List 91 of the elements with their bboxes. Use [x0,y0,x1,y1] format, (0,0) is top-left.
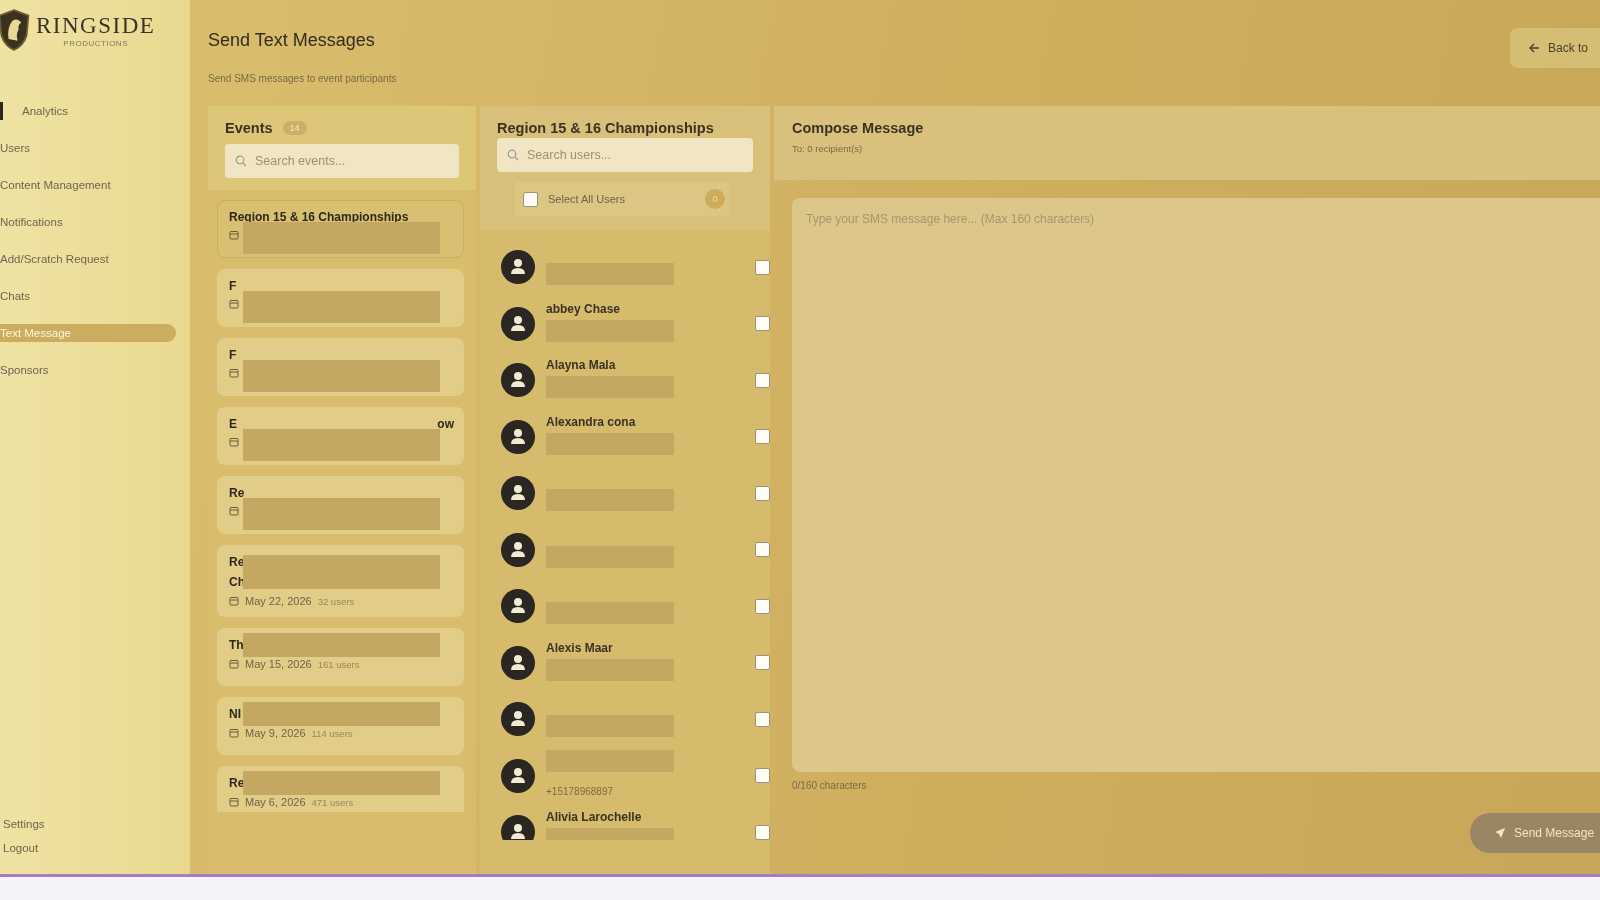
user-checkbox[interactable] [755,768,770,783]
calendar-icon [229,506,239,516]
brand-name: RINGSIDE [36,12,156,39]
calendar-icon [229,299,239,309]
avatar-icon [501,815,535,840]
event-card[interactable]: NI May 9, 2026 114 users [217,697,464,755]
user-name: abbey Chase [546,301,622,316]
calendar-icon [229,437,239,447]
event-date: May 6, 2026 [245,796,306,808]
user-checkbox[interactable] [755,372,770,388]
sidebar-item[interactable]: Analytics [0,102,176,120]
event-date: May 9, 2026 [245,727,306,739]
user-phone: +15178968897 [546,785,615,798]
calendar-icon [229,797,239,807]
event-user-count: 471 users [311,796,354,808]
sidebar-link[interactable]: Logout [3,842,190,854]
sidebar-link[interactable]: Settings [3,818,190,830]
search-field[interactable]: Search events... [225,144,459,178]
user-checkbox[interactable] [755,259,770,275]
sidebar-item[interactable]: Notifications [0,213,176,231]
avatar-icon [501,645,535,680]
calendar-icon [229,728,239,738]
calendar-icon [229,659,239,669]
select-all-label: Select All Users [548,193,627,205]
page-title: Send Text Messages [208,30,376,51]
user-checkbox[interactable] [755,429,770,444]
event-card[interactable]: Th May 15, 2026 161 users [217,628,464,686]
event-card[interactable]: F [217,269,464,327]
event-user-count: 32 users [317,595,355,607]
event-title: Region 15 & 16 Championships [229,210,409,224]
back-button[interactable]: Back to [1510,28,1600,68]
avatar-icon [501,532,535,567]
avatar-icon [501,476,535,510]
event-title: E [229,417,237,431]
event-title: Re [229,776,245,790]
user-checkbox[interactable] [755,598,770,614]
shield-logo-icon [0,8,32,52]
event-title: F [229,279,237,293]
event-title: NI [229,707,241,721]
user-checkbox[interactable] [755,711,770,727]
avatar-icon [501,419,535,454]
brand-tagline: PRODUCTIONS [63,38,128,48]
user-checkbox[interactable] [755,824,770,840]
selected-count-badge: 0 [705,189,725,209]
avatar-icon [501,306,535,341]
event-title: ow [437,417,454,431]
page-subtitle: Send SMS messages to event participants [208,73,397,84]
event-title: F [229,348,237,362]
search-field[interactable]: Search users... [497,138,753,172]
event-date: May 15, 2026 [245,658,312,670]
event-date: May 22, 2026 [245,595,312,607]
back-arrow-icon [1528,42,1540,54]
avatar-icon [501,250,535,284]
send-icon [1494,827,1506,839]
avatar-icon [501,758,535,793]
event-user-count: 114 users [311,727,353,739]
events-count-badge: 14 [282,121,307,135]
sidebar-item[interactable]: Add/Scratch Request [0,250,176,268]
event-title: Th [229,638,244,652]
avatar-icon [501,589,535,623]
event-title: Re [229,555,245,569]
event-card[interactable]: E ow [217,407,464,465]
sidebar-item[interactable]: Users [0,139,176,157]
event-card[interactable]: Re May 6, 2026 471 users [217,766,464,812]
compose-title: Compose Message [792,120,925,136]
user-name: Alexis Maar [546,640,614,655]
user-name: Alexandra cona [546,414,637,429]
recipient-count: To: 0 recipient(s) [792,143,864,154]
sidebar-item[interactable]: Sponsors [0,361,176,379]
event-title: Re [229,486,245,500]
event-card[interactable]: Region 15 & 16 Championships [217,200,464,258]
user-name: Alayna Mala [546,358,617,372]
user-name: Alivia Larochelle [546,810,643,824]
avatar-icon [501,702,535,736]
calendar-icon [229,368,239,378]
sidebar-item[interactable]: Chats [0,287,176,305]
user-checkbox[interactable] [755,542,770,557]
event-name: Region 15 & 16 Championships [497,120,715,136]
user-checkbox[interactable] [755,316,770,331]
user-checkbox[interactable] [755,485,770,501]
select-all-checkbox[interactable] [523,191,538,207]
avatar-icon [501,363,535,397]
calendar-icon [229,230,239,240]
user-checkbox[interactable] [755,655,770,670]
calendar-icon [229,596,239,606]
event-card[interactable]: Re [217,476,464,534]
sidebar-item[interactable]: Content Management [0,176,176,194]
event-user-count: 161 users [317,658,360,670]
events-title: Events [225,120,273,136]
character-counter: 0/160 characters [792,780,868,791]
event-card[interactable]: F [217,338,464,396]
